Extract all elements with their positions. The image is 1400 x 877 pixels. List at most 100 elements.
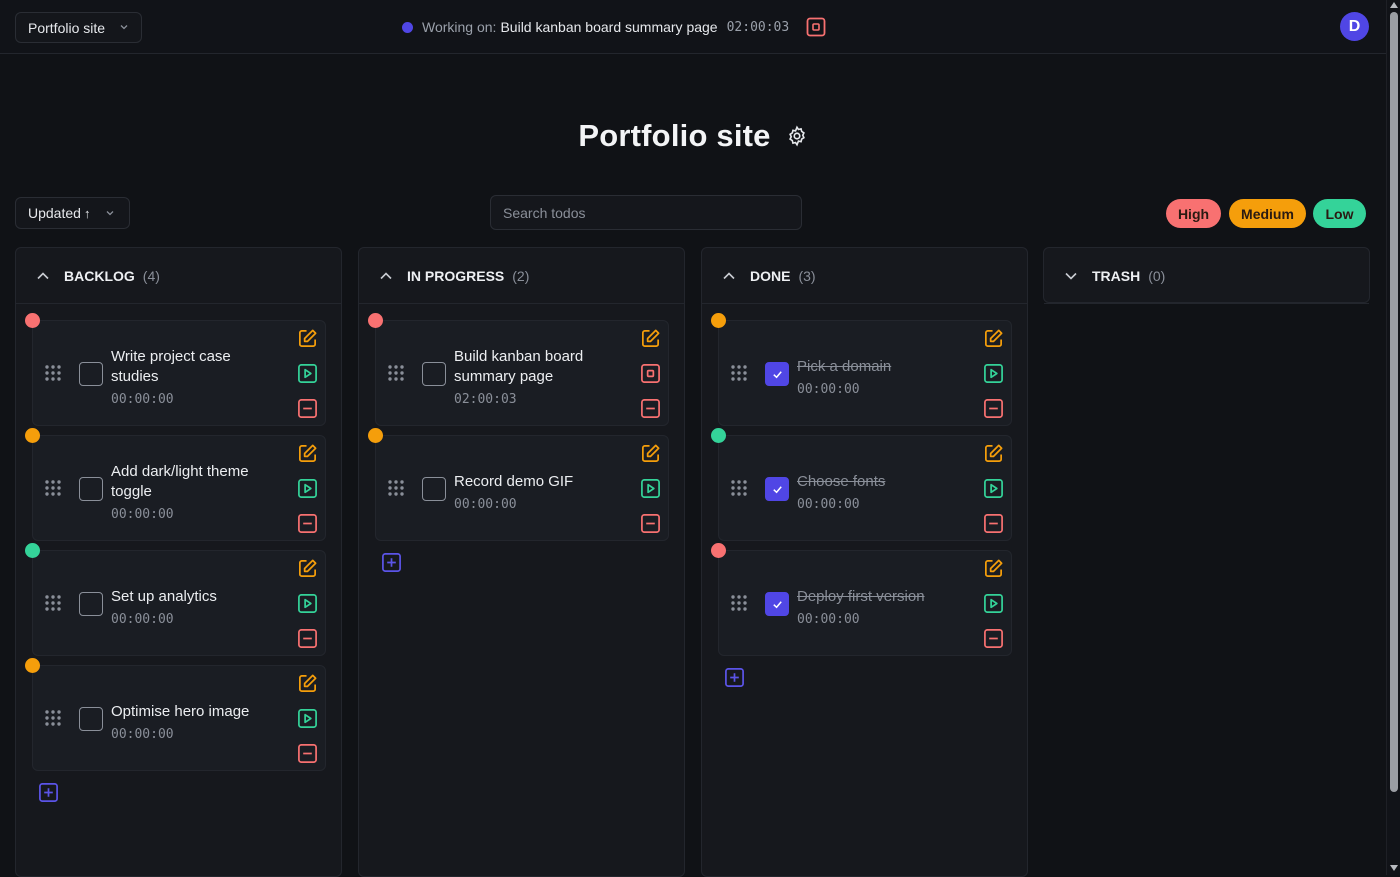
stop-timer-icon[interactable] [640, 363, 661, 384]
working-dot-icon [402, 21, 413, 33]
chevron-up-icon[interactable] [722, 269, 736, 283]
remove-icon[interactable] [983, 398, 1004, 419]
priority-dot-icon [25, 428, 40, 443]
column-header[interactable]: BACKLOG (4) [16, 248, 341, 304]
remove-icon[interactable] [297, 628, 318, 649]
edit-icon[interactable] [297, 673, 318, 694]
todo-checkbox[interactable] [79, 362, 103, 386]
edit-icon[interactable] [983, 443, 1004, 464]
todo-title: Optimise hero image [111, 703, 250, 720]
todo-title: Pick a domain [797, 358, 892, 375]
todo-timer: 00:00:00 [797, 382, 860, 397]
drag-handle-icon[interactable] [730, 594, 748, 612]
remove-icon[interactable] [983, 628, 1004, 649]
chevron-down-icon[interactable] [1064, 269, 1078, 283]
page-title: Portfolio site [578, 118, 771, 153]
drag-handle-icon[interactable] [730, 364, 748, 382]
column-title: BACKLOG [64, 267, 135, 284]
todo-card[interactable]: Choose fonts 00:00:00 [711, 428, 1012, 541]
scroll-up-icon[interactable] [1390, 2, 1398, 8]
edit-icon[interactable] [983, 558, 1004, 579]
todo-card[interactable]: Set up analytics 00:00:00 [25, 543, 326, 656]
todo-checkbox[interactable] [79, 477, 103, 501]
filter-low-button[interactable]: Low [1313, 199, 1366, 228]
chevron-up-icon[interactable] [36, 269, 50, 283]
remove-icon[interactable] [983, 513, 1004, 534]
todo-title: Choose fonts [797, 473, 886, 490]
todo-checkbox[interactable] [765, 362, 789, 386]
drag-handle-icon[interactable] [730, 479, 748, 497]
todo-card[interactable]: Write project case studies 00:00:00 [25, 313, 326, 426]
todo-timer: 00:00:00 [111, 612, 174, 627]
todo-card[interactable]: Pick a domain 00:00:00 [711, 313, 1012, 426]
column-header[interactable]: TRASH (0) [1044, 248, 1369, 304]
search-input[interactable] [490, 195, 802, 230]
remove-icon[interactable] [297, 743, 318, 764]
column-title: TRASH [1092, 267, 1141, 284]
avatar[interactable]: D [1340, 12, 1369, 41]
column-count: (3) [798, 267, 816, 284]
edit-icon[interactable] [297, 443, 318, 464]
chevron-up-icon[interactable] [379, 269, 393, 283]
todo-card[interactable]: Deploy first version 00:00:00 [711, 543, 1012, 656]
add-todo-button[interactable] [381, 552, 402, 573]
play-timer-icon[interactable] [297, 593, 318, 614]
todo-checkbox[interactable] [79, 592, 103, 616]
todo-title: Deploy first version [797, 588, 925, 605]
drag-handle-icon[interactable] [44, 594, 62, 612]
remove-icon[interactable] [297, 398, 318, 419]
priority-dot-icon [711, 543, 726, 558]
priority-dot-icon [25, 313, 40, 328]
remove-icon[interactable] [640, 398, 661, 419]
edit-icon[interactable] [983, 328, 1004, 349]
todo-checkbox[interactable] [79, 707, 103, 731]
play-timer-icon[interactable] [297, 478, 318, 499]
play-timer-icon[interactable] [297, 708, 318, 729]
todo-card[interactable]: Record demo GIF 00:00:00 [368, 428, 669, 541]
play-timer-icon[interactable] [297, 363, 318, 384]
column-header[interactable]: IN PROGRESS (2) [359, 248, 684, 304]
todo-card[interactable]: Optimise hero image 00:00:00 [25, 658, 326, 771]
remove-icon[interactable] [297, 513, 318, 534]
sort-label: Updated [28, 205, 81, 221]
add-todo-button[interactable] [38, 782, 59, 803]
play-timer-icon[interactable] [640, 478, 661, 499]
add-todo-button[interactable] [724, 667, 745, 688]
filter-high-button[interactable]: High [1166, 199, 1221, 228]
todo-checkbox[interactable] [765, 477, 789, 501]
todo-timer: 00:00:00 [111, 727, 174, 742]
drag-handle-icon[interactable] [44, 709, 62, 727]
drag-handle-icon[interactable] [387, 479, 405, 497]
scrollbar-thumb[interactable] [1390, 12, 1398, 792]
play-timer-icon[interactable] [983, 593, 1004, 614]
drag-handle-icon[interactable] [44, 479, 62, 497]
remove-icon[interactable] [640, 513, 661, 534]
project-selector[interactable]: Portfolio site [15, 12, 142, 43]
priority-dot-icon [368, 428, 383, 443]
edit-icon[interactable] [297, 558, 318, 579]
top-bar: Portfolio site Working on: Build kanban … [0, 0, 1386, 54]
page-scrollbar[interactable] [1386, 0, 1400, 875]
drag-handle-icon[interactable] [44, 364, 62, 382]
todo-card[interactable]: Add dark/light theme toggle 00:00:00 [25, 428, 326, 541]
todo-title: Write project case studies [111, 348, 231, 385]
edit-icon[interactable] [640, 328, 661, 349]
todo-text: Deploy first version 00:00:00 [797, 571, 967, 643]
todo-title: Build kanban board summary page [454, 348, 584, 385]
play-timer-icon[interactable] [983, 363, 1004, 384]
todo-card[interactable]: Build kanban board summary page 02:00:03 [368, 313, 669, 426]
gear-icon[interactable] [786, 125, 808, 147]
sort-selector[interactable]: Updated ↑ [15, 197, 130, 229]
scroll-down-icon[interactable] [1390, 865, 1398, 871]
column-header[interactable]: DONE (3) [702, 248, 1027, 304]
todo-checkbox[interactable] [765, 592, 789, 616]
play-timer-icon[interactable] [983, 478, 1004, 499]
edit-icon[interactable] [640, 443, 661, 464]
todo-checkbox[interactable] [422, 477, 446, 501]
stop-timer-button[interactable] [806, 17, 826, 37]
edit-icon[interactable] [297, 328, 318, 349]
drag-handle-icon[interactable] [387, 364, 405, 382]
todo-checkbox[interactable] [422, 362, 446, 386]
filter-medium-button[interactable]: Medium [1229, 199, 1306, 228]
chevron-down-icon [106, 211, 114, 216]
